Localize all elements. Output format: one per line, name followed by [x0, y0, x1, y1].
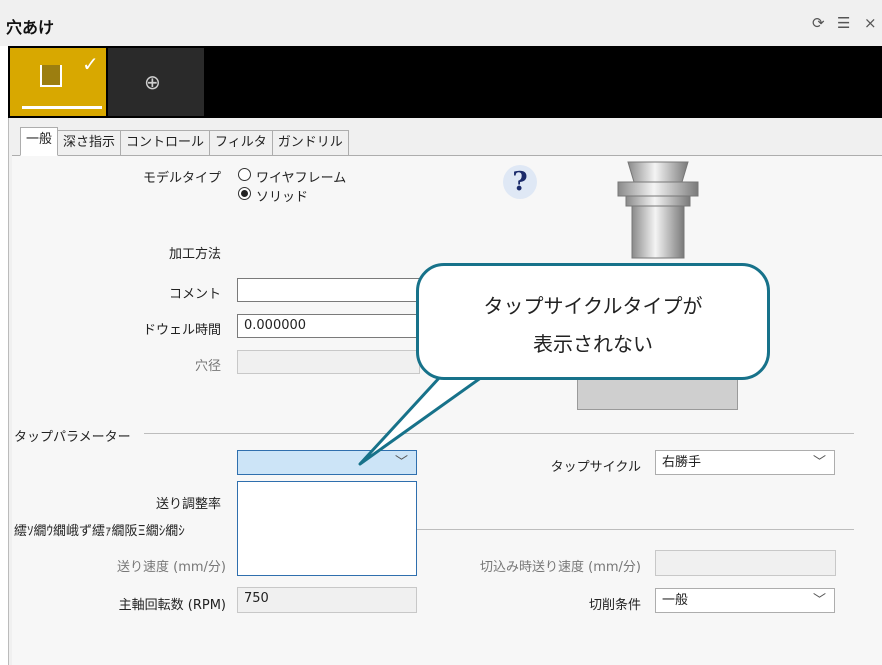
callout-line-1: タップサイクルタイプが: [483, 294, 703, 318]
title-bar: [0, 0, 882, 46]
dwell-time-label: ドウェル時間: [142, 323, 221, 338]
radio-wireframe[interactable]: [238, 168, 251, 185]
tap-cycle-select[interactable]: 右勝手 ﹀: [655, 450, 835, 475]
tool-select-button[interactable]: [577, 378, 738, 410]
tool-holder-illustration: [617, 161, 699, 259]
hole-diameter-label: 穴径: [194, 359, 221, 374]
active-tool-indicator: [22, 106, 102, 109]
feed-rate-label: 送り速度 (mm/分): [117, 560, 226, 575]
tap-type-dropdown-list[interactable]: [237, 481, 417, 576]
tap-cycle-value: 右勝手: [662, 455, 702, 470]
comment-label: コメント: [168, 287, 221, 302]
pin-icon[interactable]: ⟳: [812, 14, 825, 32]
help-icon[interactable]: ?: [503, 165, 537, 199]
section2-divider: [417, 529, 854, 530]
cut-condition-label: 切削条件: [588, 598, 641, 613]
tab-depth[interactable]: 深さ指示: [57, 130, 122, 155]
cut-condition-value: 一般: [662, 593, 689, 608]
tap-cycle-label: タップサイクル: [550, 460, 641, 475]
menu-icon[interactable]: ☰: [837, 14, 850, 32]
radio-solid[interactable]: [238, 187, 251, 204]
machining-method-label: 加工方法: [168, 247, 221, 262]
chevron-down-icon: ﹀: [812, 593, 826, 608]
radio-wireframe-label: ワイヤフレーム: [256, 171, 347, 186]
plunge-feed-input: [655, 550, 836, 576]
spindle-speed-input[interactable]: 750: [237, 587, 417, 613]
drill-tool-icon: [40, 65, 62, 87]
window-title: 穴あけ: [6, 18, 55, 37]
crosshair-icon: ⊕: [144, 70, 161, 94]
cut-condition-select[interactable]: 一般 ﹀: [655, 588, 835, 613]
chevron-down-icon: ﹀: [812, 455, 826, 470]
tab-gun-drill[interactable]: ガンドリル: [271, 130, 349, 155]
spindle-speed-label: 主軸回転数 (RPM): [118, 598, 226, 613]
radio-solid-label: ソリッド: [256, 190, 309, 205]
tap-params-section-title: タップパラメーター: [14, 430, 131, 445]
dwell-time-input[interactable]: 0.000000: [237, 314, 420, 338]
callout-line-2: 表示されない: [533, 332, 653, 356]
comment-input[interactable]: [237, 278, 420, 302]
tab-strip: 一般 深さ指示 コントロール フィルタ ガンドリル: [20, 127, 349, 156]
tab-control[interactable]: コントロール: [120, 130, 211, 155]
close-icon[interactable]: ×: [864, 14, 877, 32]
tab-general[interactable]: 一般: [20, 127, 59, 156]
annotation-callout: タップサイクルタイプが 表示されない: [416, 263, 770, 380]
feed-adjust-label: 送り調整率: [155, 497, 221, 512]
model-type-label: モデルタイプ: [142, 171, 221, 186]
plunge-feed-label: 切込み時送り速度 (mm/分): [480, 560, 641, 575]
check-icon: ✓: [82, 52, 99, 76]
tab-filter[interactable]: フィルタ: [209, 130, 273, 155]
section2-title: 繧ｿ繝ｳ繝峨ず繧ｧ繝阪Ξ繝ｼ繝ｼ: [14, 524, 185, 539]
